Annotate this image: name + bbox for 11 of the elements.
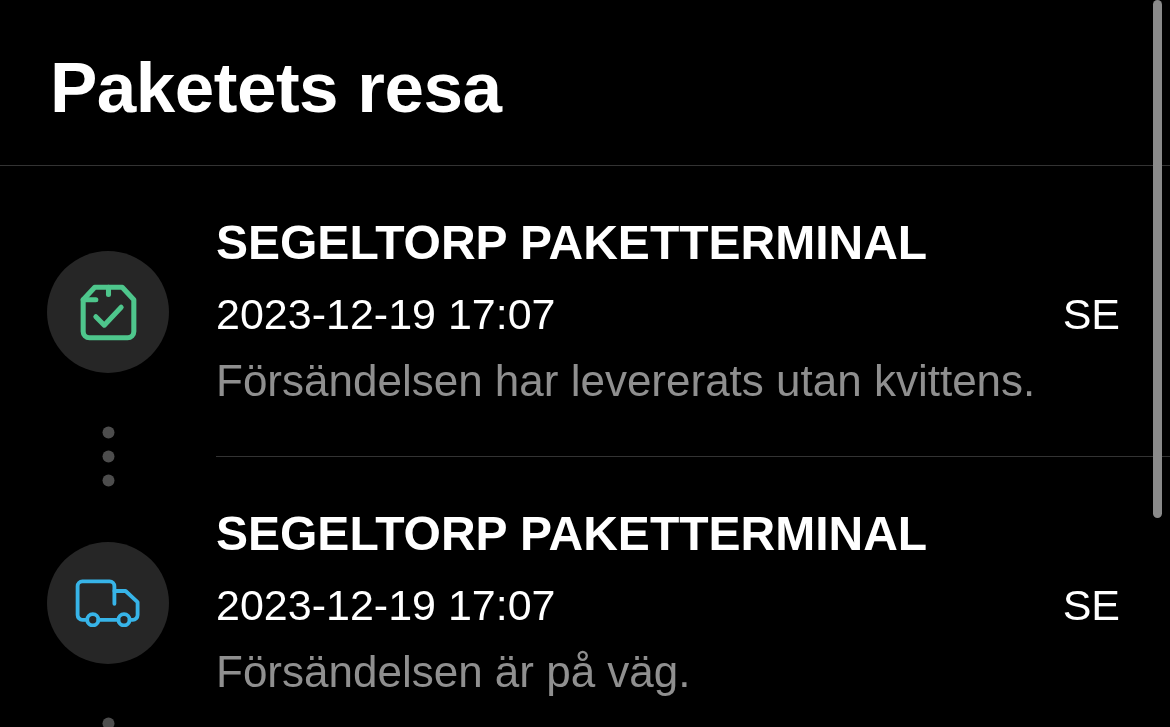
vertical-dots-icon [101, 426, 115, 487]
scrollbar-thumb[interactable] [1153, 0, 1162, 518]
event-datetime: 2023-12-19 17:07 [216, 583, 556, 627]
country-code: SE [1062, 292, 1120, 336]
event-description: Försändelsen är på väg. [216, 650, 692, 694]
location-name: SEGELTORP PAKETTERMINAL [216, 217, 929, 269]
country-code: SE [1062, 583, 1120, 627]
event-datetime: 2023-12-19 17:07 [216, 292, 556, 336]
location-name: SEGELTORP PAKETTERMINAL [216, 508, 929, 560]
event-description: Försändelsen har levererats utan kvittens. [216, 359, 1037, 403]
page-title: Paketets resa [50, 48, 504, 128]
